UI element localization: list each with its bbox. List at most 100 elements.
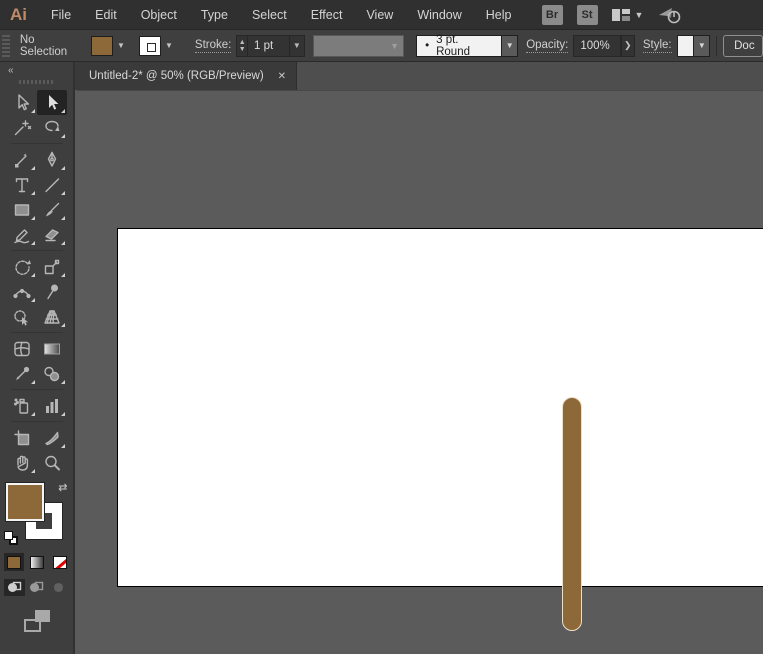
drawn-shape[interactable]: [562, 397, 582, 631]
tool-curvature[interactable]: [7, 147, 37, 172]
default-fill-stroke-icon[interactable]: [4, 531, 18, 545]
opacity-value[interactable]: 100%: [573, 35, 620, 57]
document-tab-bar: Untitled-2* @ 50% (RGB/Preview) ✕: [75, 62, 763, 90]
tools-grid: [0, 90, 73, 475]
tool-pen[interactable]: [37, 147, 67, 172]
tool-zoom[interactable]: [37, 450, 67, 475]
menu-window[interactable]: Window: [405, 0, 473, 30]
menu-file[interactable]: File: [39, 0, 83, 30]
fill-color-swatch[interactable]: [91, 36, 113, 56]
stroke-weight-stepper[interactable]: ▲▼: [236, 35, 248, 57]
fill-color-dropdown[interactable]: ▼: [91, 36, 129, 56]
tool-eyedropper[interactable]: [7, 361, 37, 386]
fill-well[interactable]: [6, 483, 44, 521]
menu-view[interactable]: View: [354, 0, 405, 30]
brush-definition-chevron[interactable]: ▼: [502, 35, 518, 57]
divider: [7, 386, 67, 393]
tool-magic-wand[interactable]: [7, 115, 37, 140]
tool-selection[interactable]: [7, 90, 37, 115]
menu-edit[interactable]: Edit: [83, 0, 129, 30]
divider: [7, 418, 67, 425]
menu-select[interactable]: Select: [240, 0, 299, 30]
share-icon[interactable]: [657, 6, 681, 24]
gradient-button[interactable]: [27, 553, 47, 571]
paint-style-buttons: [0, 553, 73, 571]
tool-hand[interactable]: [7, 450, 37, 475]
tool-puppet-warp[interactable]: [37, 279, 67, 304]
stroke-color-dropdown[interactable]: ▼: [139, 36, 177, 56]
divider: [7, 247, 67, 254]
document-setup-button[interactable]: Doc: [723, 35, 763, 57]
artboard[interactable]: [117, 228, 763, 587]
canvas-area[interactable]: [77, 90, 763, 654]
stock-button[interactable]: St: [577, 5, 598, 25]
rotate-icon: [12, 257, 32, 277]
magic-wand-icon: [12, 118, 32, 138]
tool-line-segment[interactable]: [37, 172, 67, 197]
close-icon[interactable]: ✕: [278, 71, 286, 82]
menu-object[interactable]: Object: [129, 0, 189, 30]
brush-definition-dropdown[interactable]: • 3 pt. Round: [416, 35, 502, 57]
graphic-style-chevron[interactable]: ▼: [694, 35, 710, 57]
divider: [7, 329, 67, 336]
opacity-dropdown-arrow[interactable]: ❯: [621, 35, 635, 57]
tool-rotate[interactable]: [7, 254, 37, 279]
stroke-color-swatch[interactable]: [139, 36, 161, 56]
color-button[interactable]: [4, 553, 24, 571]
collapse-panel-icon[interactable]: «: [0, 62, 73, 76]
app-logo: Ai: [0, 5, 39, 25]
chevron-down-icon: ▼: [113, 36, 129, 56]
graphic-style-swatch[interactable]: [677, 35, 695, 57]
tool-width[interactable]: [7, 279, 37, 304]
tool-eraser[interactable]: [37, 222, 67, 247]
panel-grip[interactable]: [19, 80, 55, 84]
tools-panel: «: [0, 62, 75, 654]
tool-type[interactable]: [7, 172, 37, 197]
chevron-down-icon: ▼: [161, 36, 177, 56]
hand-icon: [12, 453, 32, 473]
swap-fill-stroke-icon[interactable]: ⇄: [58, 481, 67, 494]
menu-help[interactable]: Help: [474, 0, 524, 30]
control-bar-grip[interactable]: [2, 33, 10, 59]
brush-definition-value: 3 pt. Round: [436, 34, 493, 58]
stroke-weight-dropdown[interactable]: ▼: [290, 35, 305, 57]
tool-lasso[interactable]: [37, 115, 67, 140]
tool-perspective-grid[interactable]: [37, 304, 67, 329]
change-screen-mode-button[interactable]: [24, 610, 50, 632]
tool-rectangle[interactable]: [7, 197, 37, 222]
opacity-label[interactable]: Opacity:: [526, 39, 568, 53]
pen-icon: [42, 150, 62, 170]
tool-gradient[interactable]: [37, 336, 67, 361]
draw-normal-button[interactable]: [4, 579, 25, 596]
divider: [716, 36, 717, 56]
workspace-switcher[interactable]: ▼: [612, 8, 644, 22]
tool-blend[interactable]: [37, 361, 67, 386]
tool-shaper[interactable]: [7, 222, 37, 247]
none-button[interactable]: [50, 553, 70, 571]
perspective-grid-icon: [42, 307, 62, 327]
tool-slice[interactable]: [37, 425, 67, 450]
tool-scale[interactable]: [37, 254, 67, 279]
draw-behind-button[interactable]: [26, 579, 47, 596]
artboard-icon: [12, 428, 32, 448]
tool-direct-selection[interactable]: [37, 90, 67, 115]
tool-column-graph[interactable]: [37, 393, 67, 418]
brush-preview-dot: •: [425, 40, 429, 52]
tool-mesh[interactable]: [7, 336, 37, 361]
stroke-weight-label[interactable]: Stroke:: [195, 39, 231, 53]
tool-shape-builder[interactable]: [7, 304, 37, 329]
line-segment-icon: [42, 175, 62, 195]
stepper-up-icon[interactable]: ▲: [239, 39, 246, 46]
bridge-button[interactable]: Br: [542, 5, 563, 25]
tool-artboard[interactable]: [7, 425, 37, 450]
stepper-down-icon[interactable]: ▼: [239, 46, 246, 53]
tool-paintbrush[interactable]: [37, 197, 67, 222]
illustrator-window: Ai File Edit Object Type Select Effect V…: [0, 0, 763, 654]
stroke-weight-value[interactable]: 1 pt: [248, 35, 290, 57]
menu-effect[interactable]: Effect: [299, 0, 355, 30]
tool-symbol-sprayer[interactable]: [7, 393, 37, 418]
shaper-icon: [12, 225, 32, 245]
menu-type[interactable]: Type: [189, 0, 240, 30]
width-icon: [12, 282, 32, 302]
document-tab[interactable]: Untitled-2* @ 50% (RGB/Preview) ✕: [75, 62, 297, 90]
